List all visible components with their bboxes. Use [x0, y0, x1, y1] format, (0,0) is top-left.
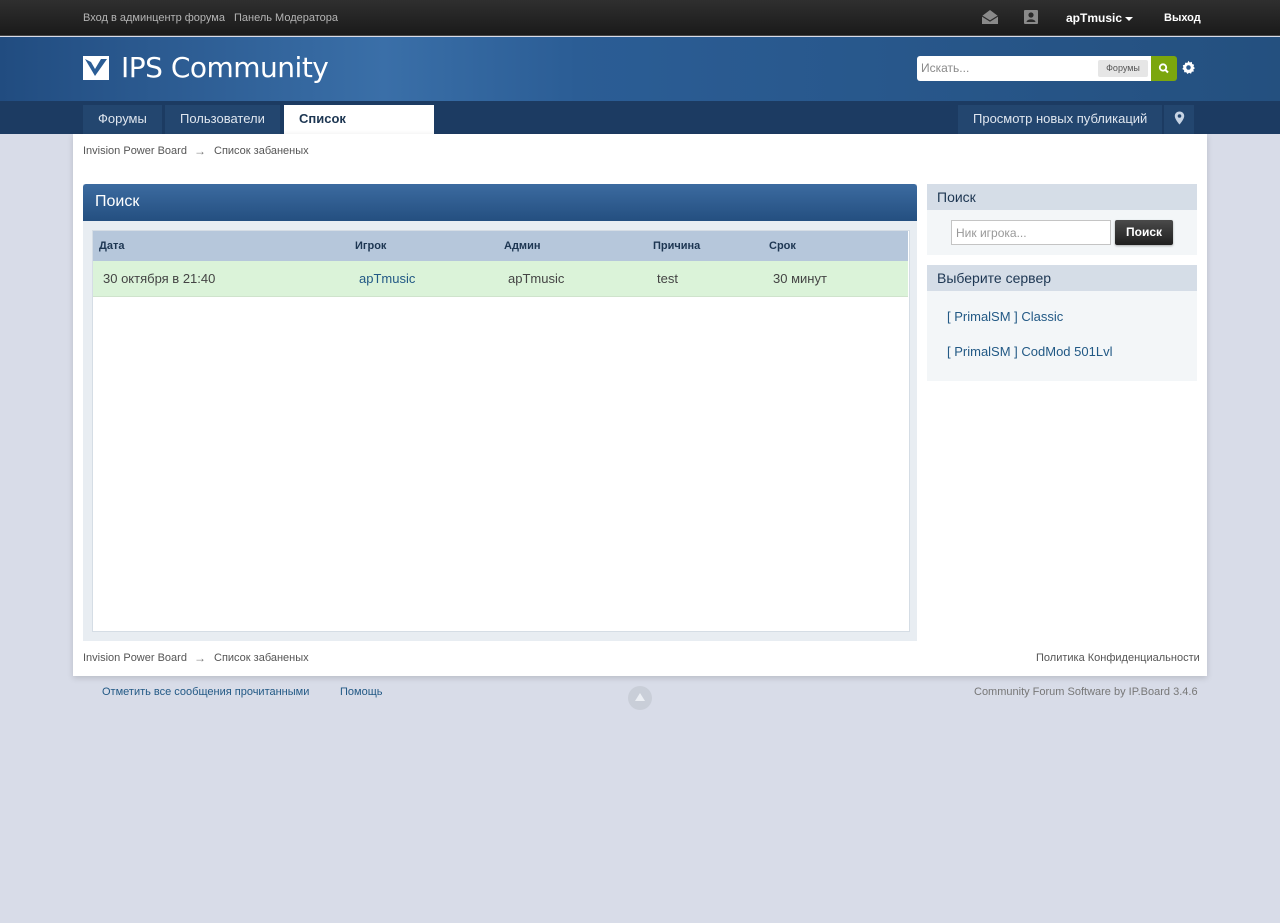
moderator-panel-link[interactable]: Панель Модератора	[234, 12, 338, 24]
mark-all-read-link[interactable]: Отметить все сообщения прочитанными	[102, 686, 309, 698]
privacy-policy-link[interactable]: Политика Конфиденциальности	[1036, 652, 1200, 664]
sidebar-servers-title: Выберите сервер	[927, 265, 1197, 291]
sidebar-search-title: Поиск	[927, 184, 1197, 210]
cell-admin: apTmusic	[508, 271, 565, 286]
cell-reason: test	[657, 271, 678, 286]
column-reason[interactable]: Причина	[653, 240, 700, 252]
search-input[interactable]	[921, 58, 1091, 78]
breadcrumb-separator: →	[194, 144, 206, 158]
cell-duration: 30 минут	[773, 271, 827, 286]
server-list	[927, 291, 1197, 381]
column-duration[interactable]: Срок	[769, 240, 796, 252]
copyright-text: Community Forum Software by IP.Board 3.4…	[974, 686, 1198, 698]
site-logo-text[interactable]: IPS Community	[121, 51, 329, 84]
footer-breadcrumb-current: Список забаненых	[214, 652, 309, 664]
help-link[interactable]: Помощь	[340, 686, 383, 698]
map-pin-icon	[1174, 111, 1185, 125]
breadcrumb-current: Список забаненых	[214, 145, 309, 157]
search-button[interactable]	[1151, 56, 1177, 81]
user-menu[interactable]: apTmusic	[1066, 11, 1122, 25]
column-date[interactable]: Дата	[99, 240, 124, 252]
logout-link[interactable]: Выход	[1164, 12, 1201, 24]
player-search-button[interactable]: Поиск	[1115, 220, 1173, 245]
chevron-down-icon[interactable]	[1125, 17, 1133, 21]
server-link-classic[interactable]: [ PrimalSM ] Classic	[947, 309, 1063, 324]
gear-icon[interactable]	[1181, 60, 1196, 75]
tab-banlist[interactable]: Список забаненых	[284, 105, 434, 153]
search-icon	[1158, 63, 1169, 74]
breadcrumb-root[interactable]: Invision Power Board	[83, 145, 187, 157]
logo-icon[interactable]	[83, 56, 109, 80]
arrow-up-icon	[635, 693, 645, 701]
search-scope-selector[interactable]: Форумы	[1098, 60, 1148, 77]
admin-center-link[interactable]: Вход в админцентр форума	[83, 12, 225, 24]
main-panel-header	[83, 184, 917, 221]
column-admin[interactable]: Админ	[504, 240, 540, 252]
player-search-input[interactable]	[951, 220, 1111, 245]
view-new-content-link[interactable]: Просмотр новых публикаций	[958, 105, 1163, 134]
cell-player-link[interactable]: apTmusic	[359, 271, 415, 286]
tab-forums[interactable]: Форумы	[83, 105, 162, 134]
footer-breadcrumb-root[interactable]: Invision Power Board	[83, 652, 187, 664]
inbox-icon[interactable]	[981, 9, 999, 25]
cell-date: 30 октября в 21:40	[103, 271, 216, 286]
tab-users[interactable]: Пользователи	[165, 105, 280, 134]
notifications-icon[interactable]	[1023, 9, 1039, 25]
main-panel-title: Поиск	[95, 193, 140, 210]
column-player[interactable]: Игрок	[355, 240, 386, 252]
footer-breadcrumb-separator: →	[194, 651, 206, 665]
server-link-codmod[interactable]: [ PrimalSM ] CodMod 501Lvl	[947, 344, 1112, 359]
